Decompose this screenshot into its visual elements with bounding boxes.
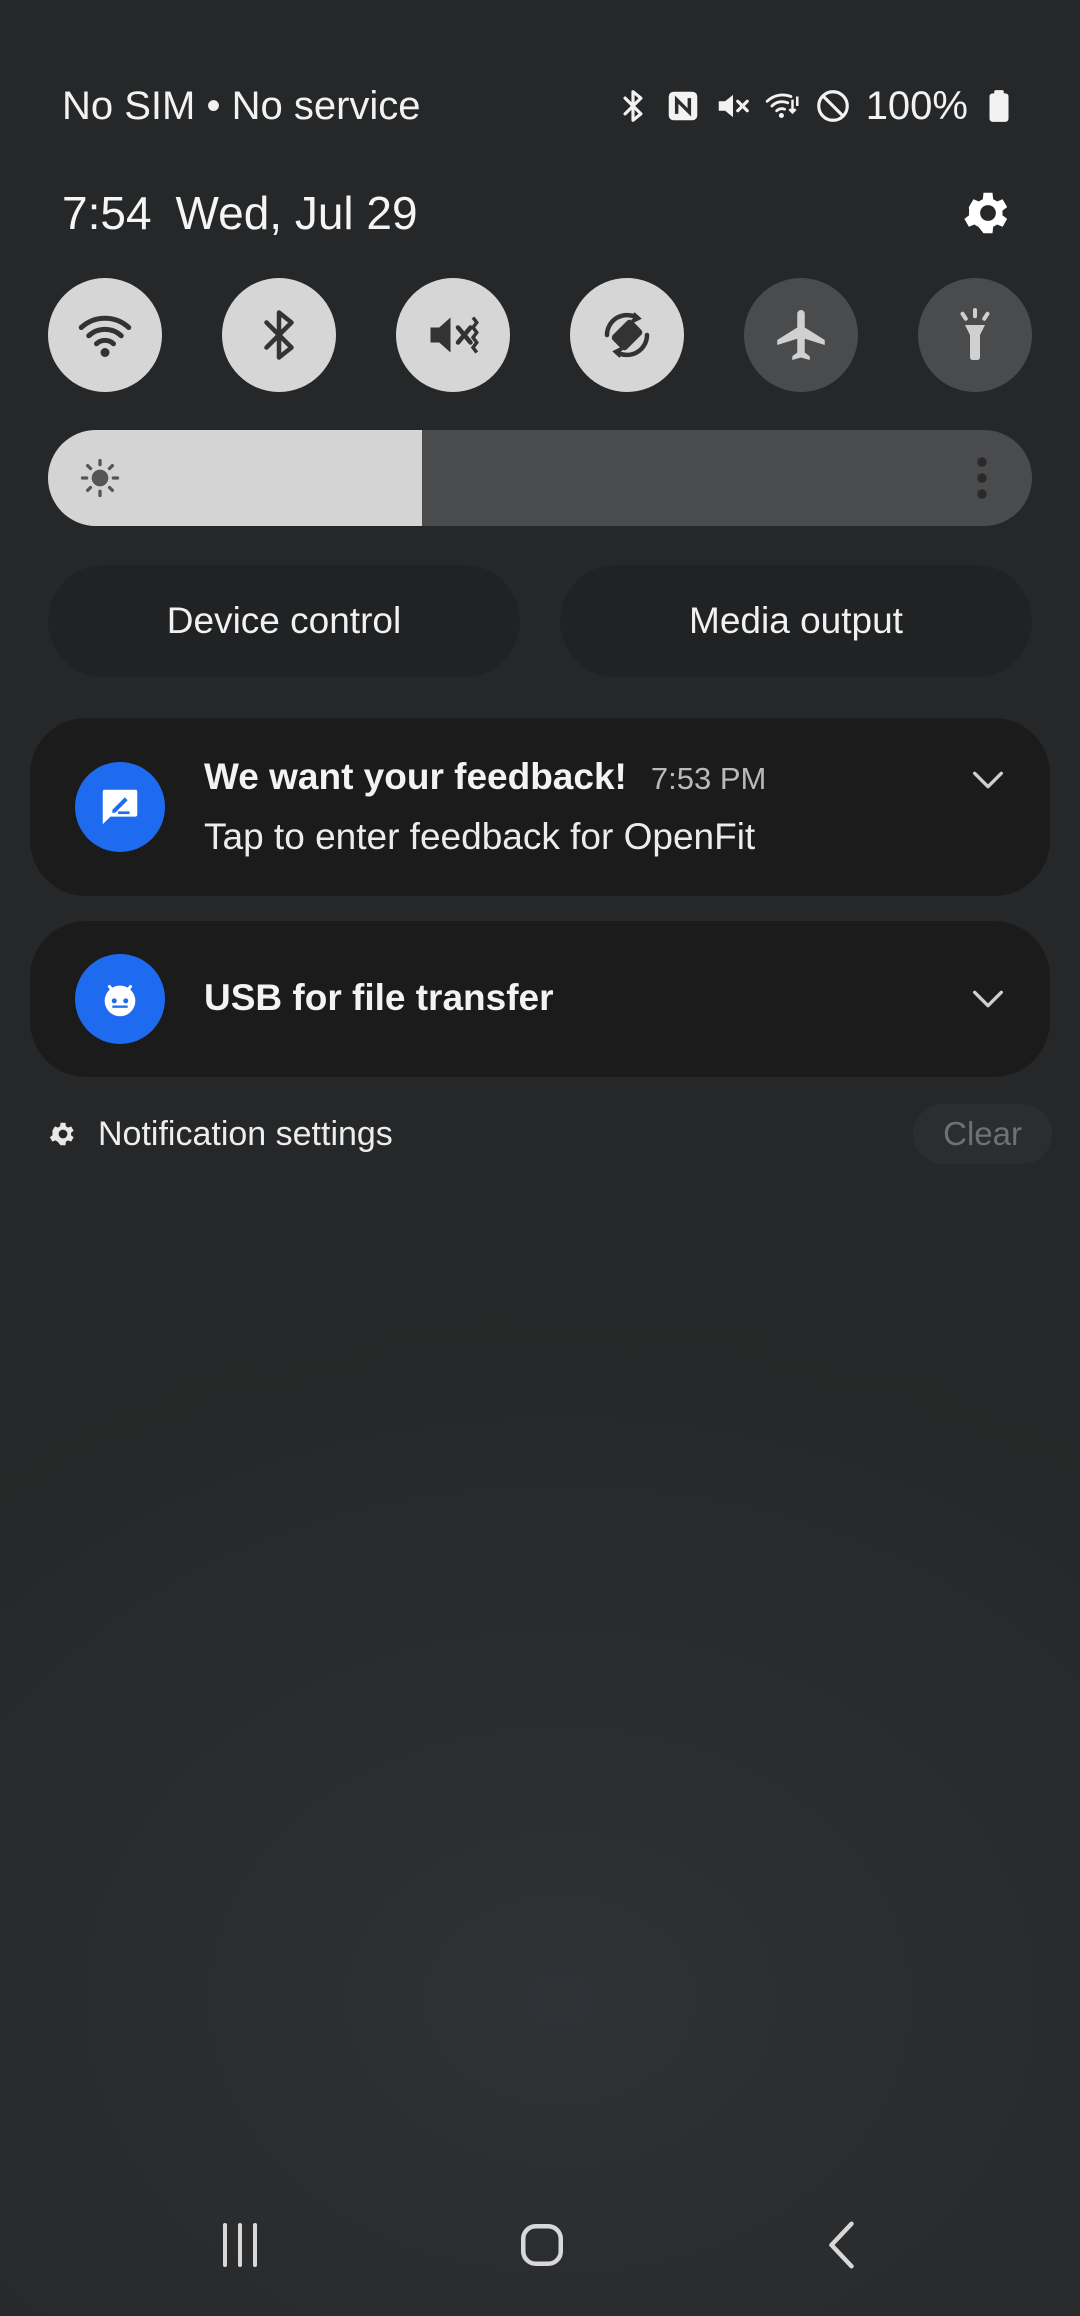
notification-header: USB for file transfer <box>204 977 554 1019</box>
settings-button[interactable] <box>958 183 1018 243</box>
clear-button[interactable]: Clear <box>913 1104 1052 1164</box>
notification-body: Tap to enter feedback for OpenFit <box>204 816 756 857</box>
more-options-icon[interactable] <box>972 454 992 502</box>
recents-icon <box>223 2223 257 2267</box>
feedback-icon <box>102 789 138 825</box>
mute-icon <box>714 87 752 125</box>
home-icon <box>521 2224 563 2266</box>
notification-header: We want your feedback! 7:53 PM <box>204 756 766 798</box>
notification-time: 7:53 PM <box>650 761 767 796</box>
do-not-disturb-icon <box>814 87 852 125</box>
back-icon <box>829 2221 854 2269</box>
usb-android-icon <box>104 985 136 1017</box>
gear-icon <box>49 1122 74 1146</box>
notification-settings-button[interactable]: Notification settings <box>48 1115 393 1154</box>
date-text: Wed, Jul 29 <box>175 187 418 239</box>
rotate-icon <box>604 312 650 358</box>
clock-date: 7:54 Wed, Jul 29 <box>62 186 418 240</box>
control-buttons: Device control Media output <box>48 565 1032 677</box>
device-control-button[interactable]: Device control <box>48 565 520 677</box>
home-button[interactable] <box>502 2210 582 2280</box>
status-icons: 100% <box>614 84 1018 129</box>
tile-flashlight[interactable] <box>918 278 1032 392</box>
app-icon <box>75 954 165 1044</box>
clock-time: 7:54 <box>62 187 152 239</box>
gear-icon <box>964 192 1008 234</box>
nfc-icon <box>664 87 702 125</box>
wifi-icon <box>78 315 132 357</box>
flashlight-icon <box>960 308 990 360</box>
notification-title: USB for file transfer <box>204 977 554 1018</box>
notification-feedback[interactable]: We want your feedback! 7:53 PM Tap to en… <box>30 718 1050 896</box>
tile-bluetooth[interactable] <box>222 278 336 392</box>
tile-airplane-mode[interactable] <box>744 278 858 392</box>
bluetooth-icon <box>614 87 652 125</box>
tile-sound[interactable] <box>396 278 510 392</box>
navigation-bar <box>0 2210 1080 2280</box>
recents-button[interactable] <box>200 2210 280 2280</box>
back-button[interactable] <box>804 2210 884 2280</box>
tile-auto-rotate[interactable] <box>570 278 684 392</box>
tile-wifi[interactable] <box>48 278 162 392</box>
notification-usb[interactable]: USB for file transfer <box>30 921 1050 1077</box>
airplane-icon <box>777 310 825 360</box>
status-bar: No SIM • No service 100% <box>62 78 1018 134</box>
app-icon <box>75 762 165 852</box>
panel-header: 7:54 Wed, Jul 29 <box>62 180 1018 246</box>
quick-settings-tiles <box>48 278 1032 392</box>
notification-title: We want your feedback! <box>204 756 627 797</box>
notification-footer: Notification settings Clear <box>48 1104 1052 1164</box>
chevron-down-icon[interactable] <box>968 760 1008 800</box>
battery-icon <box>980 87 1018 125</box>
chevron-down-icon[interactable] <box>968 979 1008 1019</box>
wifi-calling-icon <box>764 87 802 125</box>
carrier-status: No SIM • No service <box>62 83 421 128</box>
brightness-slider[interactable] <box>48 430 1032 526</box>
bluetooth-icon <box>264 310 294 360</box>
media-output-button[interactable]: Media output <box>560 565 1032 677</box>
brightness-icon <box>80 458 120 498</box>
battery-percent: 100% <box>865 83 968 128</box>
notification-settings-label: Notification settings <box>98 1114 393 1153</box>
mute-icon <box>430 316 479 354</box>
